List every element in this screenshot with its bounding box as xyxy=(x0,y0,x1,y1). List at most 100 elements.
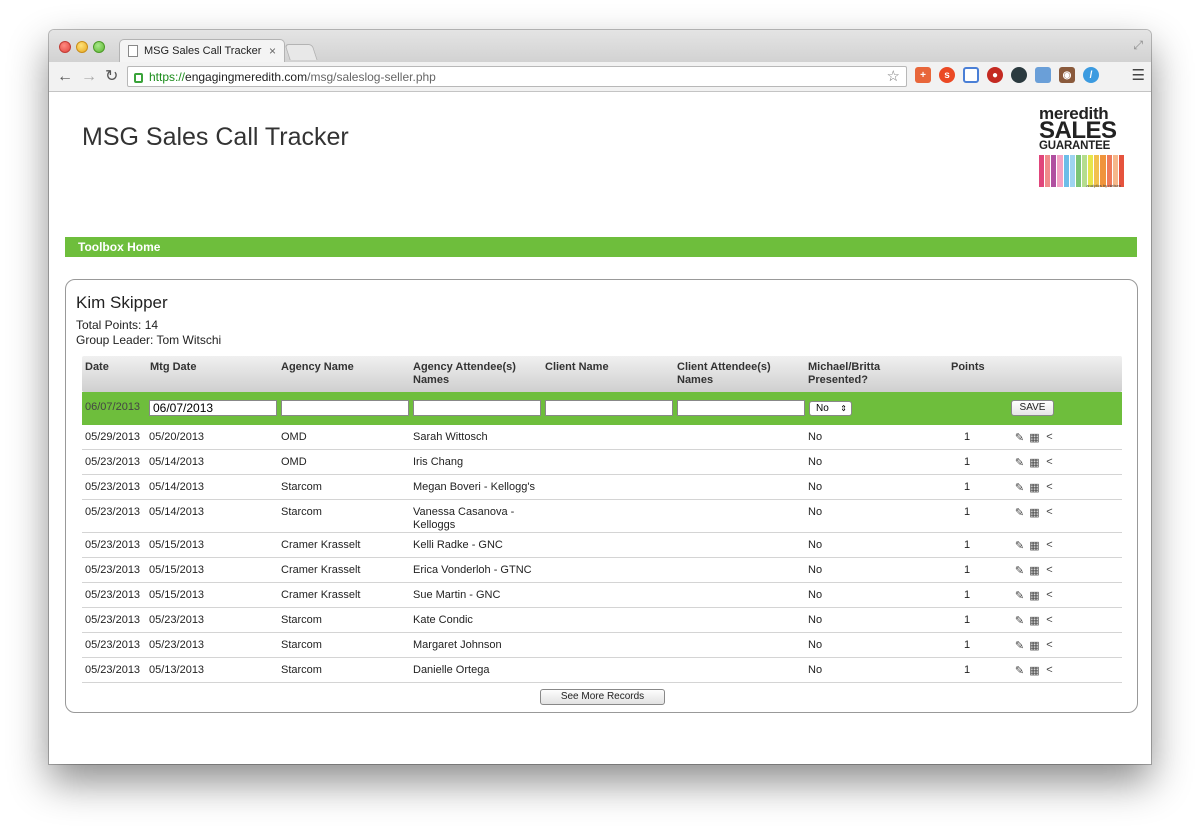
see-more-records-button[interactable]: See More Records xyxy=(540,689,665,705)
page-title: MSG Sales Call Tracker xyxy=(82,123,349,151)
adblock-icon[interactable]: ● xyxy=(987,67,1003,83)
cell-agency: Starcom xyxy=(281,664,322,676)
row-actions: ✎ ▦ < xyxy=(1013,664,1056,677)
client-name-input[interactable] xyxy=(545,400,673,416)
minimize-window-icon[interactable] xyxy=(76,41,88,53)
agency-name-input[interactable] xyxy=(281,400,409,416)
share-icon[interactable]: < xyxy=(1043,614,1056,627)
feather-icon[interactable]: / xyxy=(1083,67,1099,83)
edit-icon[interactable]: ✎ xyxy=(1013,614,1026,627)
edit-icon[interactable]: ✎ xyxy=(1013,506,1026,519)
save-button[interactable]: SAVE xyxy=(1011,400,1054,416)
calendar-icon[interactable]: ▦ xyxy=(1028,589,1041,602)
dark-orb-icon[interactable] xyxy=(1011,67,1027,83)
table-row: 05/29/2013 05/20/2013 OMD Sarah Wittosch No 1… xyxy=(82,425,1122,450)
calendar-icon[interactable]: ▦ xyxy=(1028,564,1041,577)
cell-points: 1 xyxy=(964,539,971,551)
close-window-icon[interactable] xyxy=(59,41,71,53)
cell-agency: Starcom xyxy=(281,639,322,651)
back-icon[interactable]: ← xyxy=(57,67,73,87)
row-actions: ✎ ▦ < xyxy=(1013,639,1056,652)
share-icon[interactable]: < xyxy=(1043,639,1056,652)
stumbleupon-icon[interactable]: s xyxy=(939,67,955,83)
cell-points: 1 xyxy=(964,431,971,443)
cell-presented: No xyxy=(808,639,823,651)
cell-mtg-date: 05/15/2013 xyxy=(149,539,205,551)
instagram-icon[interactable]: ◉ xyxy=(1059,67,1075,83)
share-icon[interactable]: < xyxy=(1043,506,1056,519)
row-actions: ✎ ▦ < xyxy=(1013,589,1056,602)
share-icon[interactable]: < xyxy=(1043,539,1056,552)
cell-mtg-date: 05/14/2013 xyxy=(149,506,205,518)
share-icon[interactable]: < xyxy=(1043,481,1056,494)
row-actions: ✎ ▦ < xyxy=(1013,481,1056,494)
calendar-icon[interactable]: ▦ xyxy=(1028,664,1041,677)
browser-window: MSG Sales Call Tracker × ⤢ ← → ↻ https:/… xyxy=(49,30,1151,764)
cell-points: 1 xyxy=(964,664,971,676)
table-body: 05/29/2013 05/20/2013 OMD Sarah Wittosch No 1… xyxy=(82,425,1122,683)
cell-agency: Starcom xyxy=(281,506,322,518)
cell-mtg-date: 05/15/2013 xyxy=(149,589,205,601)
share-icon[interactable]: < xyxy=(1043,456,1056,469)
forward-icon[interactable]: → xyxy=(81,67,97,87)
cell-agency: Starcom xyxy=(281,614,322,626)
share-icon[interactable]: < xyxy=(1043,564,1056,577)
edit-icon[interactable]: ✎ xyxy=(1013,456,1026,469)
tab-title: MSG Sales Call Tracker xyxy=(144,45,262,57)
row-actions: ✎ ▦ < xyxy=(1013,564,1056,577)
cell-mtg-date: 05/14/2013 xyxy=(149,456,205,468)
calendar-icon[interactable]: ▦ xyxy=(1028,506,1041,519)
extension-icons: + s ● ◉ / xyxy=(915,67,1099,83)
screen-capture-icon[interactable] xyxy=(963,67,979,83)
extension-plus-icon[interactable]: + xyxy=(915,67,931,83)
cell-agency-attendees: Danielle Ortega xyxy=(413,664,490,676)
browser-tab[interactable]: MSG Sales Call Tracker × xyxy=(119,39,285,62)
maximize-window-icon[interactable] xyxy=(93,41,105,53)
menu-icon[interactable]: ☰ xyxy=(1132,66,1145,84)
edit-icon[interactable]: ✎ xyxy=(1013,481,1026,494)
cell-agency: OMD xyxy=(281,431,307,443)
cell-points: 1 xyxy=(964,564,971,576)
new-tab-button[interactable] xyxy=(284,44,318,60)
edit-icon[interactable]: ✎ xyxy=(1013,539,1026,552)
agency-attendees-input[interactable] xyxy=(413,400,541,416)
edit-icon[interactable]: ✎ xyxy=(1013,564,1026,577)
cell-presented: No xyxy=(808,589,823,601)
edit-icon[interactable]: ✎ xyxy=(1013,589,1026,602)
table-row: 05/23/2013 05/15/2013 Cramer Krasselt Erica… xyxy=(82,558,1122,583)
edit-icon[interactable]: ✎ xyxy=(1013,639,1026,652)
calendar-icon[interactable]: ▦ xyxy=(1028,639,1041,652)
address-bar[interactable]: https:// engagingmeredith.com /msg/sales… xyxy=(127,66,907,87)
fullscreen-icon[interactable]: ⤢ xyxy=(1133,38,1143,53)
share-icon[interactable]: < xyxy=(1043,664,1056,677)
calendar-icon[interactable]: ▦ xyxy=(1028,481,1041,494)
people-icon[interactable] xyxy=(1035,67,1051,83)
calendar-icon[interactable]: ▦ xyxy=(1028,539,1041,552)
row-actions: ✎ ▦ < xyxy=(1013,539,1056,552)
client-attendees-input[interactable] xyxy=(677,400,805,416)
bookmark-star-icon[interactable]: ☆ xyxy=(887,67,900,85)
tab-close-icon[interactable]: × xyxy=(269,44,276,58)
share-icon[interactable]: < xyxy=(1043,589,1056,602)
cell-date: 05/23/2013 xyxy=(85,614,141,626)
edit-icon[interactable]: ✎ xyxy=(1013,664,1026,677)
row-actions: ✎ ▦ < xyxy=(1013,506,1056,519)
mtg-date-input[interactable] xyxy=(149,400,277,416)
cell-mtg-date: 05/13/2013 xyxy=(149,664,205,676)
table-header: Date Mtg Date Agency Name Agency Attende… xyxy=(82,356,1122,392)
share-icon[interactable]: < xyxy=(1043,431,1056,444)
edit-icon[interactable]: ✎ xyxy=(1013,431,1026,444)
row-actions: ✎ ▦ < xyxy=(1013,456,1056,469)
presented-select[interactable]: No ⇕ xyxy=(809,401,852,416)
total-points: Total Points: 14 xyxy=(76,318,159,332)
cell-agency: Starcom xyxy=(281,481,322,493)
seller-panel: Kim Skipper Total Points: 14 Group Leade… xyxy=(65,279,1138,713)
header-points: Points xyxy=(951,361,985,373)
page-icon xyxy=(128,45,138,57)
toolbox-home-link[interactable]: Toolbox Home xyxy=(78,240,160,254)
reload-icon[interactable]: ↻ xyxy=(105,67,118,87)
calendar-icon[interactable]: ▦ xyxy=(1028,614,1041,627)
url-scheme: https:// xyxy=(149,69,186,84)
calendar-icon[interactable]: ▦ xyxy=(1028,456,1041,469)
calendar-icon[interactable]: ▦ xyxy=(1028,431,1041,444)
